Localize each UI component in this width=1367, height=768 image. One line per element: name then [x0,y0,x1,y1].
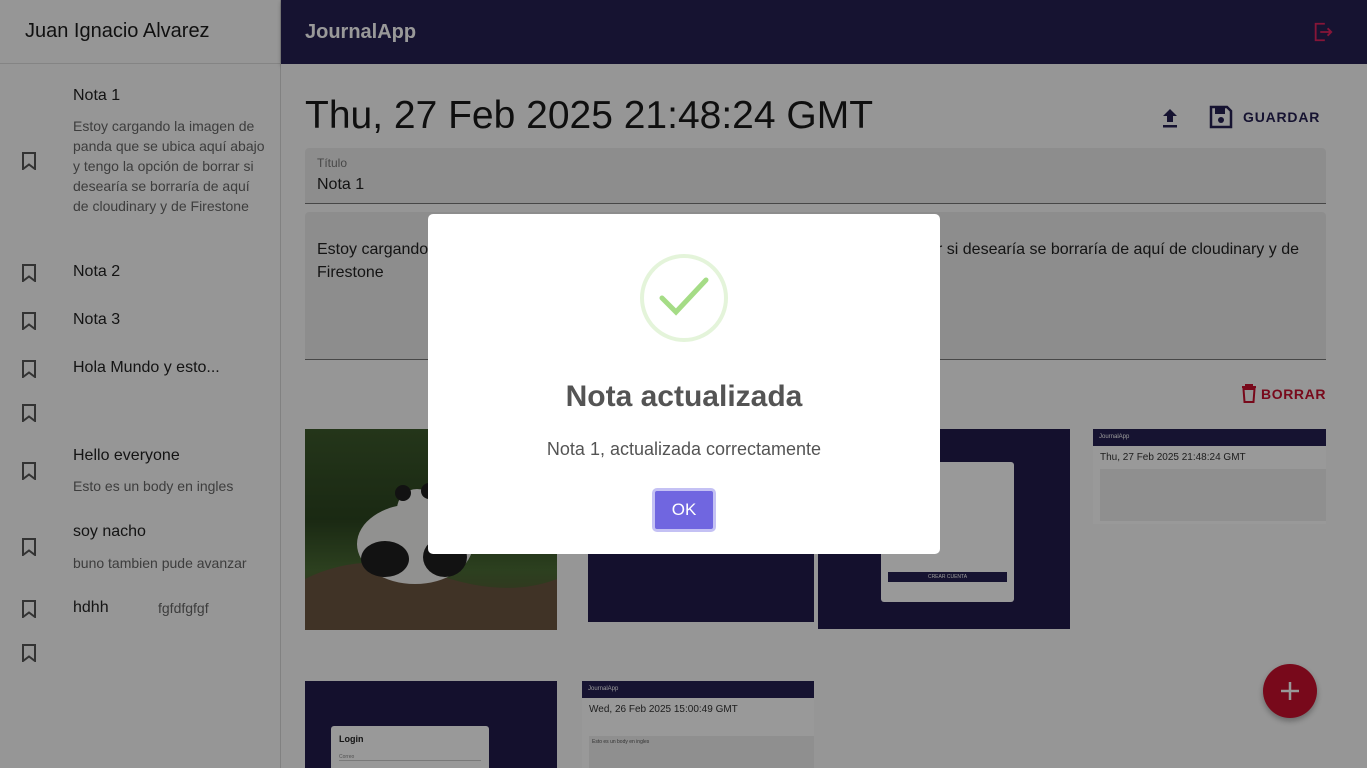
ok-button[interactable]: OK [652,488,716,532]
success-check-icon [640,254,728,342]
modal-backdrop[interactable]: Nota actualizada Nota 1, actualizada cor… [0,0,1367,768]
dialog-message: Nota 1, actualizada correctamente [546,439,822,459]
success-dialog: Nota actualizada Nota 1, actualizada cor… [428,214,940,554]
dialog-title: Nota actualizada [565,380,803,413]
